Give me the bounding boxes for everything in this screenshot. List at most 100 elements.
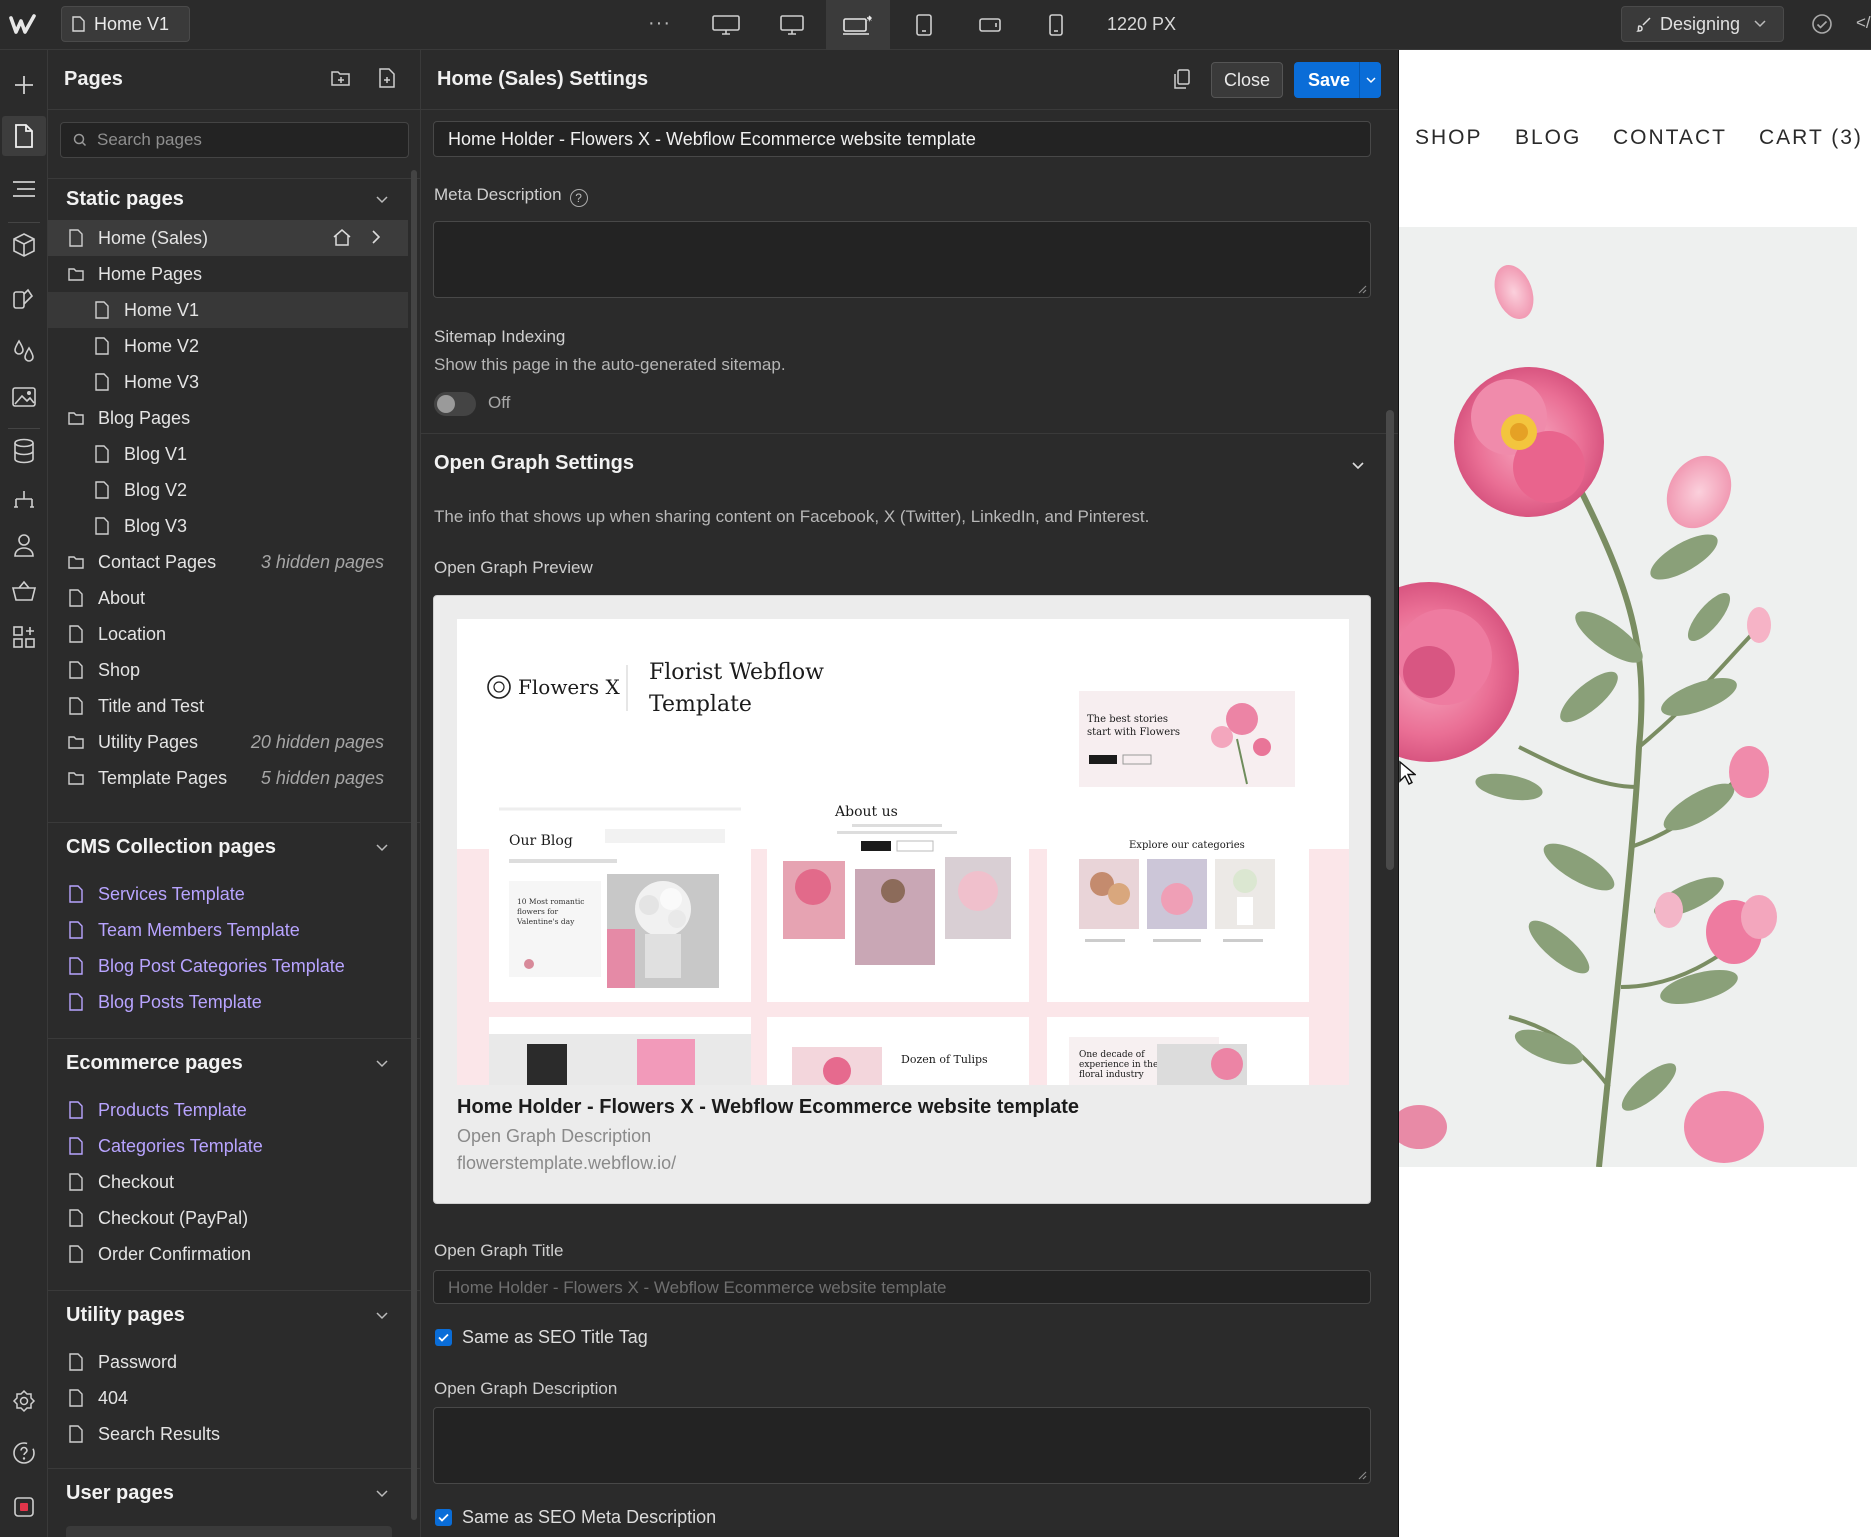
logic-icon[interactable] [9, 486, 39, 516]
page-row[interactable]: Location [48, 616, 408, 652]
search-icon [73, 133, 87, 147]
close-button[interactable]: Close [1211, 62, 1283, 98]
cms-template-row[interactable]: Team Members Template [48, 912, 408, 948]
navigator-icon[interactable] [9, 174, 39, 204]
variables-icon[interactable] [9, 336, 39, 366]
page-row[interactable]: Blog V1 [48, 436, 408, 472]
webflow-logo-icon[interactable] [8, 12, 38, 38]
nav-blog-link[interactable]: BLOG [1515, 126, 1581, 150]
components-icon[interactable] [9, 230, 39, 260]
folder-row[interactable]: Blog Pages [48, 400, 408, 436]
sitemap-toggle[interactable] [434, 392, 476, 416]
ecommerce-page-row[interactable]: Categories Template [48, 1128, 408, 1164]
preview-about-heading: About us [834, 804, 898, 820]
ecommerce-page-row[interactable]: Products Template [48, 1092, 408, 1128]
code-export-icon[interactable]: </ [1856, 13, 1871, 33]
settings-icon[interactable] [9, 1386, 39, 1416]
folder-row[interactable]: Utility Pages 20 hidden pages [48, 724, 408, 760]
page-icon [69, 229, 83, 247]
settings-header: Home (Sales) Settings Close Save [421, 50, 1398, 110]
meta-description-textarea[interactable] [433, 221, 1371, 298]
utility-pages-header[interactable]: Utility pages [48, 1296, 408, 1336]
help-icon[interactable]: ? [569, 189, 588, 207]
assets-icon[interactable] [9, 382, 39, 412]
more-options-button[interactable]: ··· [648, 12, 671, 35]
help-icon[interactable] [9, 1438, 39, 1468]
ecommerce-page-row[interactable]: Checkout (PayPal) [48, 1200, 408, 1236]
cms-template-row[interactable]: Blog Post Categories Template [48, 948, 408, 984]
publish-status-icon[interactable] [1810, 12, 1834, 36]
chevron-down-icon [1754, 20, 1766, 28]
user-pages-header[interactable]: User pages [48, 1474, 408, 1514]
chevron-down-icon[interactable] [1352, 462, 1364, 470]
cms-pages-header[interactable]: CMS Collection pages [48, 828, 408, 868]
style-guide-icon[interactable] [9, 282, 39, 312]
title-tag-input[interactable]: Home Holder - Flowers X - Webflow Ecomme… [433, 121, 1371, 157]
preview-blog-heading: Our Blog [509, 833, 573, 849]
page-row[interactable]: Blog V3 [48, 508, 408, 544]
page-row[interactable]: Title and Test [48, 688, 408, 724]
desktop-large-icon[interactable] [694, 0, 758, 50]
nav-contact-link[interactable]: CONTACT [1613, 126, 1727, 150]
users-icon[interactable] [9, 530, 39, 560]
add-elements-icon[interactable] [9, 70, 39, 100]
static-pages-header[interactable]: Static pages [48, 180, 408, 220]
chevron-right-icon[interactable] [372, 230, 380, 244]
page-row[interactable]: Home V2 [48, 328, 408, 364]
open-graph-title-input[interactable]: Home Holder - Flowers X - Webflow Ecomme… [433, 1270, 1371, 1304]
page-row[interactable]: About [48, 580, 408, 616]
ecommerce-page-row[interactable]: Checkout [48, 1164, 408, 1200]
home-icon[interactable] [332, 228, 352, 246]
ecommerce-page-row[interactable]: Order Confirmation [48, 1236, 408, 1272]
desktop-icon[interactable] [760, 0, 824, 50]
folder-row[interactable]: Contact Pages 3 hidden pages [48, 544, 408, 580]
same-as-meta-checkbox[interactable] [435, 1509, 452, 1526]
page-row[interactable]: Shop [48, 652, 408, 688]
resize-grip-icon[interactable] [1357, 1470, 1367, 1480]
tablet-icon[interactable] [892, 0, 956, 50]
save-button[interactable]: Save [1294, 62, 1381, 98]
search-pages-input[interactable]: Search pages [60, 122, 409, 158]
new-page-icon[interactable] [378, 68, 396, 88]
open-graph-section-title[interactable]: Open Graph Settings [434, 452, 634, 475]
ecommerce-icon[interactable] [9, 576, 39, 606]
nav-shop-link[interactable]: SHOP [1415, 126, 1483, 150]
page-icon [95, 373, 109, 391]
pages-icon[interactable] [2, 116, 46, 156]
utility-pages-section: Utility pages Password 404 Search Results [48, 1296, 408, 1452]
ecommerce-pages-header[interactable]: Ecommerce pages [48, 1044, 408, 1084]
pages-panel: Pages Search pages Static pages Home (Sa… [48, 50, 421, 1537]
copy-icon[interactable] [1173, 68, 1191, 90]
utility-page-row[interactable]: Password [48, 1344, 408, 1380]
save-options-dropdown[interactable] [1359, 62, 1381, 98]
current-page-selector[interactable]: Home V1 [61, 6, 190, 42]
new-folder-icon[interactable] [330, 68, 352, 88]
mobile-portrait-icon[interactable] [1024, 0, 1088, 50]
same-as-title-checkbox[interactable] [435, 1329, 452, 1346]
cms-template-row[interactable]: Services Template [48, 876, 408, 912]
recording-icon[interactable] [9, 1492, 39, 1522]
utility-page-row[interactable]: 404 [48, 1380, 408, 1416]
svg-text:*: * [867, 16, 872, 27]
nav-cart-link[interactable]: CART (3) [1759, 126, 1863, 150]
mobile-landscape-icon[interactable] [958, 0, 1022, 50]
page-row[interactable]: Home (Sales) [48, 220, 408, 256]
page-row[interactable]: Blog V2 [48, 472, 408, 508]
resize-grip-icon[interactable] [1357, 284, 1367, 294]
preview-logo-text: Flowers X [518, 675, 620, 699]
apps-icon[interactable] [9, 622, 39, 652]
mode-switcher[interactable]: Designing [1621, 6, 1784, 42]
desktop-base-icon[interactable]: * [826, 0, 890, 50]
open-graph-description-textarea[interactable] [433, 1407, 1371, 1484]
page-row[interactable]: Home V3 [48, 364, 408, 400]
pages-scrollbar[interactable] [411, 170, 417, 1520]
folder-row[interactable]: Home Pages [48, 256, 408, 292]
page-row[interactable]: Home V1 [48, 292, 408, 328]
utility-page-row[interactable]: Search Results [48, 1416, 408, 1452]
cms-icon[interactable] [9, 436, 39, 466]
cms-template-row[interactable]: Blog Posts Template [48, 984, 408, 1020]
settings-scrollbar[interactable] [1386, 410, 1394, 870]
page-label: Blog V1 [124, 443, 188, 464]
folder-row[interactable]: Template Pages 5 hidden pages [48, 760, 408, 796]
design-canvas[interactable]: SHOP BLOG CONTACT CART (3) [1399, 50, 1871, 1537]
